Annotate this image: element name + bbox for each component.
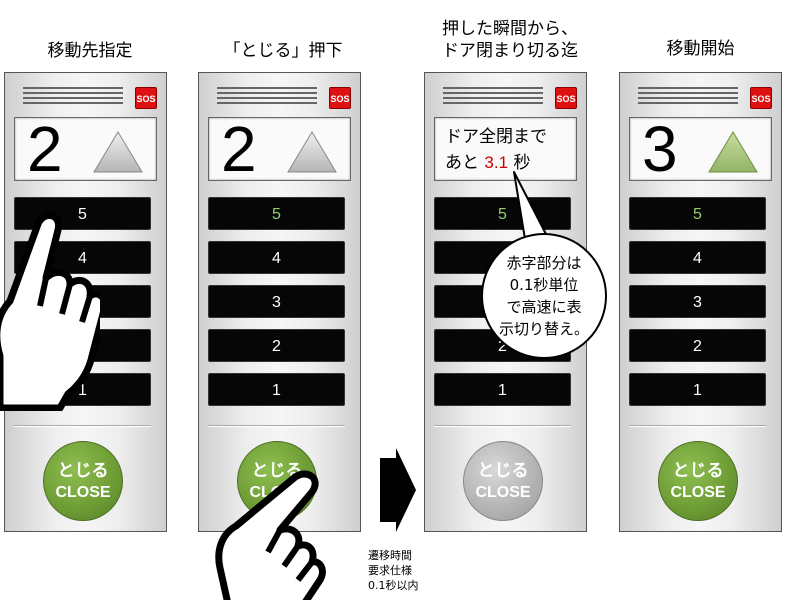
close-button[interactable]: とじる CLOSE [463, 441, 543, 521]
step-4-title: 移動開始 [666, 39, 735, 59]
close-label-en: CLOSE [55, 484, 111, 501]
floor-button-3[interactable]: 3 [629, 285, 766, 318]
current-floor: 2 [221, 113, 257, 185]
close-label-en: CLOSE [475, 484, 531, 501]
close-button[interactable]: とじる CLOSE [658, 441, 738, 521]
divider [208, 425, 345, 427]
countdown-seconds: 3.1 [484, 153, 509, 172]
up-arrow-triangle-icon [708, 131, 758, 173]
close-label-jp: とじる [57, 461, 109, 480]
floor-button-3[interactable]: 3 [208, 285, 345, 318]
sos-button[interactable]: SOS [329, 87, 351, 109]
countdown-prefix: あと [445, 153, 479, 173]
speaker-grille [23, 87, 123, 109]
floor-button-5[interactable]: 5 [434, 197, 571, 230]
floor-button-5[interactable]: 5 [208, 197, 345, 230]
transition-requirement-note: 遷移時間 要求仕様 0.1秒以内 [368, 549, 419, 592]
close-label-jp: とじる [477, 461, 529, 480]
floor-button-1[interactable]: 1 [434, 373, 571, 406]
floor-button-5[interactable]: 5 [629, 197, 766, 230]
sos-button[interactable]: SOS [135, 87, 157, 109]
step-3-title: 押した瞬間から、 ドア閉まり切る迄 [442, 19, 578, 61]
countdown-line-2: あと 3.1 秒 [445, 150, 547, 176]
current-floor: 3 [642, 113, 678, 185]
speaker-grille [638, 87, 738, 109]
divider [14, 425, 151, 427]
close-label-en: CLOSE [670, 484, 726, 501]
elevator-panel-step-4: SOS 3 5 4 3 2 1 とじる CLOSE [619, 72, 782, 532]
floor-indicator: 2 [14, 113, 157, 185]
floor-button-1[interactable]: 1 [208, 373, 345, 406]
countdown-suffix: 秒 [513, 153, 531, 173]
floor-button-4[interactable]: 4 [208, 241, 345, 274]
sos-button[interactable]: SOS [750, 87, 772, 109]
speaker-grille [217, 87, 317, 109]
step-2-title: 「とじる」押下 [223, 41, 343, 61]
step-1-title: 移動先指定 [47, 41, 133, 61]
up-arrow-triangle-icon [93, 131, 143, 173]
divider [434, 425, 571, 427]
pointing-hand-icon [215, 470, 326, 600]
floor-button-1[interactable]: 1 [629, 373, 766, 406]
close-label-jp: とじる [672, 461, 724, 480]
floor-indicator: 3 [629, 113, 772, 185]
countdown-message: ドア全閉まで あと 3.1 秒 [445, 124, 547, 176]
floor-button-2[interactable]: 2 [629, 329, 766, 362]
door-countdown-display: ドア全閉まで あと 3.1 秒 [434, 117, 577, 181]
close-button[interactable]: とじる CLOSE [43, 441, 123, 521]
speaker-grille [443, 87, 543, 109]
floor-button-4[interactable]: 4 [629, 241, 766, 274]
divider [629, 425, 766, 427]
elevator-panel-step-2: SOS 2 5 4 3 2 1 とじる CLOSE [198, 72, 361, 532]
pointing-hand-icon [0, 212, 100, 411]
up-arrow-triangle-icon [287, 131, 337, 173]
sos-button[interactable]: SOS [555, 87, 577, 109]
countdown-line-1: ドア全閉まで [445, 127, 547, 147]
floor-button-2[interactable]: 2 [208, 329, 345, 362]
current-floor: 2 [27, 113, 63, 185]
callout-bubble: 赤字部分は 0.1秒単位 で高速に表 示切り替え。 [481, 233, 607, 359]
floor-indicator: 2 [208, 113, 351, 185]
right-arrow-icon [380, 448, 416, 532]
